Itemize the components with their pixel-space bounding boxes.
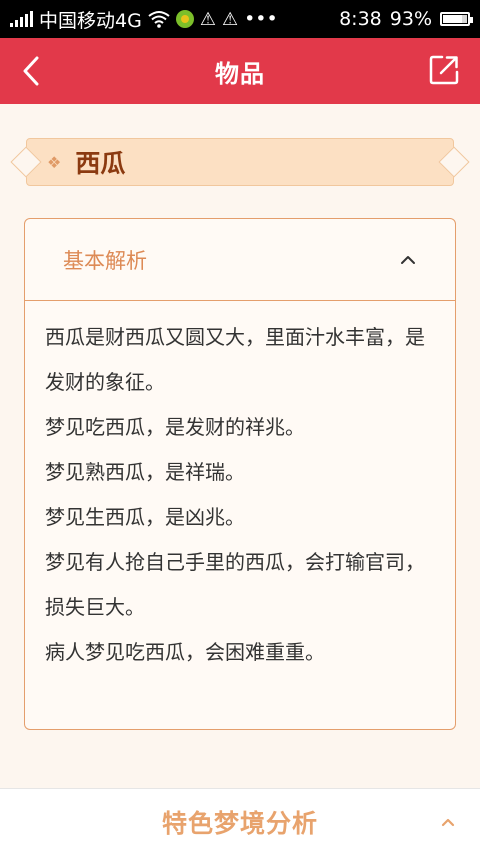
analysis-paragraph: 病人梦见吃西瓜，会困难重重。	[45, 640, 325, 664]
share-icon	[429, 55, 459, 85]
app-header: 物品	[0, 38, 480, 104]
analysis-paragraph: 西瓜是财西瓜又圆又大，里面汁水丰富，是发财的象征。	[45, 325, 425, 394]
battery-percent: 93%	[389, 8, 432, 30]
signal-icon	[10, 11, 33, 27]
chevron-left-icon	[23, 56, 39, 86]
analysis-paragraph: 梦见吃西瓜，是发财的祥兆。	[45, 415, 305, 439]
analysis-paragraph: 梦见熟西瓜，是祥瑞。	[45, 460, 245, 484]
clock: 8:38	[339, 8, 382, 30]
wifi-icon	[148, 11, 170, 28]
chevron-up-icon	[401, 255, 415, 264]
basic-analysis-card: 基本解析 西瓜是财西瓜又圆又大，里面汁水丰富，是发财的象征。 梦见吃西瓜，是发财…	[24, 218, 456, 730]
basic-analysis-title: 基本解析	[63, 248, 147, 273]
feature-dream-analysis-bar[interactable]: 特色梦境分析	[0, 788, 480, 855]
page-title: 物品	[215, 59, 265, 88]
diamond-icon: ❖	[47, 152, 62, 172]
status-bar: 中国移动4G ⚠ ⚠ ••• 8:38 93%	[0, 0, 480, 38]
chevron-up-icon	[441, 818, 455, 827]
basic-analysis-body: 西瓜是财西瓜又圆又大，里面汁水丰富，是发财的象征。 梦见吃西瓜，是发财的祥兆。 …	[25, 301, 455, 675]
back-button[interactable]	[14, 53, 48, 89]
item-name: 西瓜	[75, 149, 126, 178]
warning-icon: ⚠	[199, 8, 216, 30]
analysis-paragraph: 梦见有人抢自己手里的西瓜，会打输官司，损失巨大。	[45, 550, 425, 619]
item-title-banner: ❖ 西瓜	[26, 138, 454, 186]
share-button[interactable]	[428, 54, 462, 88]
app-notification-icon	[175, 10, 194, 28]
analysis-paragraph: 梦见生西瓜，是凶兆。	[45, 505, 245, 529]
feature-dream-analysis-title: 特色梦境分析	[161, 809, 318, 838]
more-notifications-icon: •••	[244, 8, 278, 30]
carrier-label: 中国移动4G	[39, 9, 142, 32]
basic-analysis-header[interactable]: 基本解析	[25, 219, 455, 301]
warning-icon: ⚠	[221, 8, 239, 30]
battery-icon	[440, 12, 473, 26]
